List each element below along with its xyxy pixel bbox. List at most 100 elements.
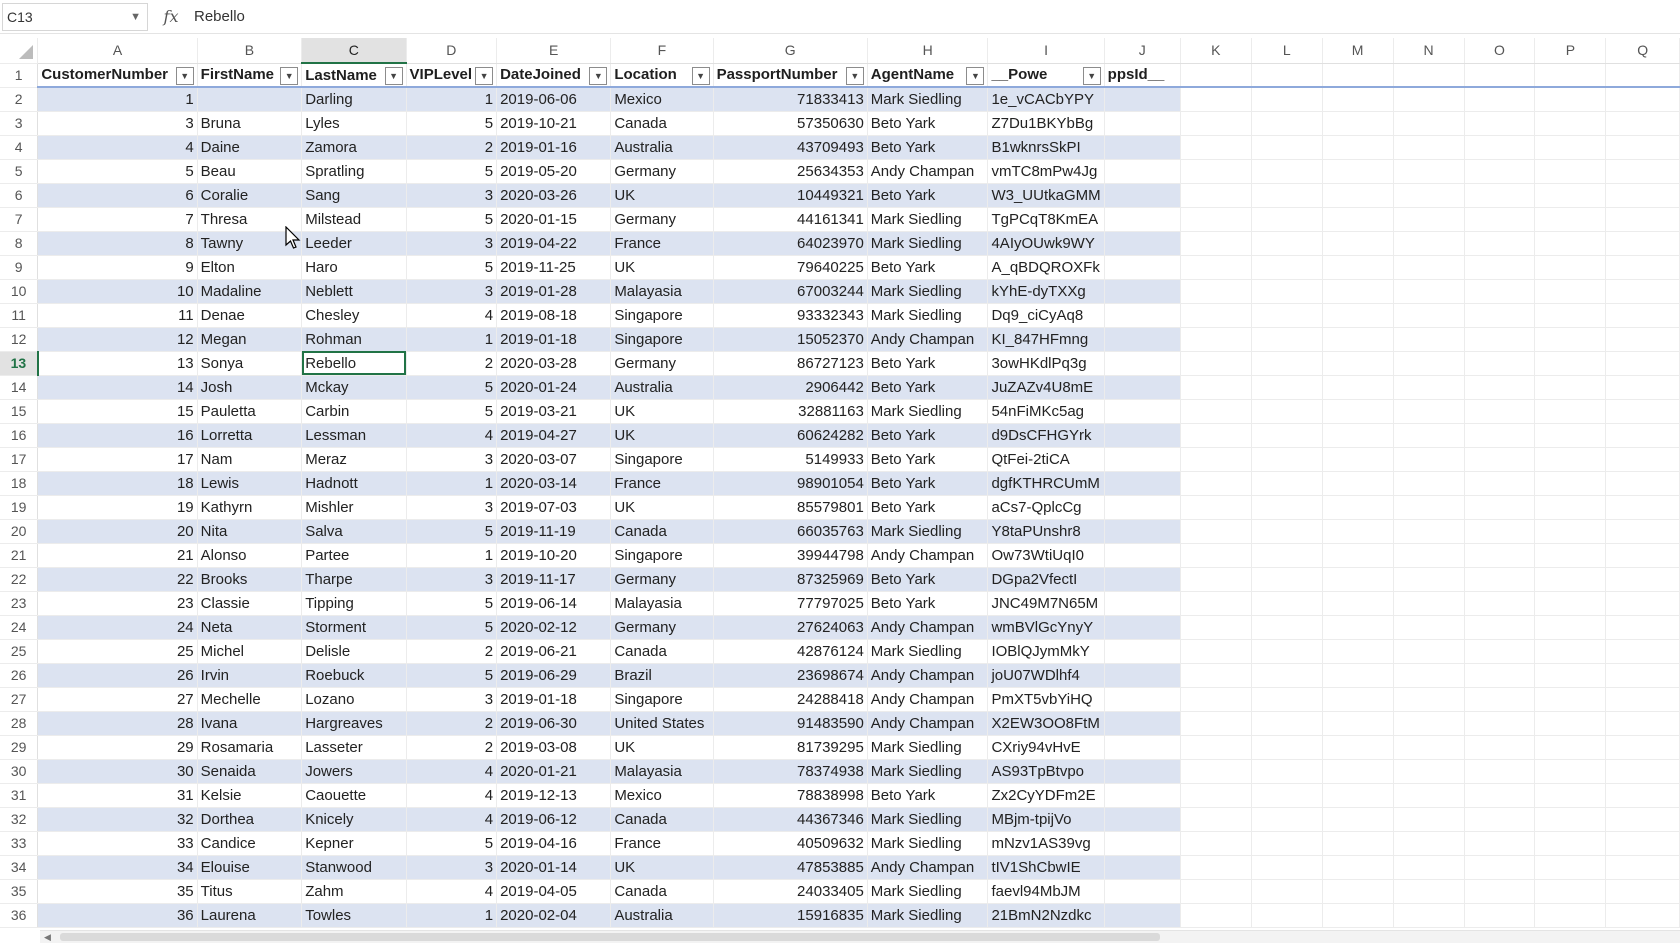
table-cell[interactable]: Lozano: [301, 687, 407, 712]
table-cell[interactable]: Andy Champan: [867, 543, 989, 568]
column-header-k[interactable]: K: [1180, 38, 1252, 64]
table-cell[interactable]: Andy Champan: [867, 711, 989, 736]
grid-cell[interactable]: [1180, 639, 1252, 664]
table-cell[interactable]: Lasseter: [301, 735, 407, 760]
table-cell[interactable]: Germany: [610, 567, 714, 592]
grid-cell[interactable]: [1251, 183, 1323, 208]
grid-cell[interactable]: [1180, 783, 1252, 808]
grid-cell[interactable]: [1534, 351, 1607, 376]
grid-cell[interactable]: [1180, 687, 1252, 712]
table-cell[interactable]: Rohman: [301, 327, 407, 352]
table-cell[interactable]: MBjm-tpijVo: [987, 807, 1105, 832]
table-cell[interactable]: Beto Yark: [867, 591, 989, 616]
table-cell[interactable]: Lewis: [197, 471, 303, 496]
table-cell[interactable]: Beto Yark: [867, 351, 989, 376]
table-cell[interactable]: Irvin: [197, 663, 303, 688]
table-cell[interactable]: 5: [406, 255, 498, 280]
table-cell[interactable]: 33: [37, 831, 198, 856]
grid-cell[interactable]: [1534, 591, 1607, 616]
grid-cell[interactable]: [1393, 759, 1465, 784]
table-cell[interactable]: Canada: [610, 879, 714, 904]
table-cell[interactable]: Carbin: [301, 399, 407, 424]
grid-cell[interactable]: [1464, 183, 1536, 208]
table-cell[interactable]: 2: [406, 135, 498, 160]
table-cell[interactable]: Malayasia: [610, 591, 714, 616]
column-header-e[interactable]: E: [496, 38, 612, 64]
table-cell[interactable]: UK: [610, 855, 714, 880]
table-cell[interactable]: Rosamaria: [197, 735, 303, 760]
grid-cell[interactable]: [1393, 495, 1465, 520]
table-cell[interactable]: 5: [406, 111, 498, 136]
table-cell[interactable]: UK: [610, 399, 714, 424]
table-cell[interactable]: 85579801: [713, 495, 868, 520]
table-cell[interactable]: Mark Siedling: [867, 231, 989, 256]
grid-cell[interactable]: [1251, 567, 1323, 592]
grid-cell[interactable]: [1534, 855, 1607, 880]
column-header-o[interactable]: O: [1464, 38, 1536, 64]
grid-cell[interactable]: [1393, 255, 1465, 280]
grid-cell[interactable]: [1393, 87, 1465, 112]
table-cell[interactable]: 2020-03-28: [496, 351, 612, 376]
table-cell[interactable]: 3: [406, 567, 498, 592]
table-cell[interactable]: 42876124: [713, 639, 868, 664]
table-cell[interactable]: 5: [406, 831, 498, 856]
grid-cell[interactable]: [1534, 159, 1607, 184]
table-cell[interactable]: Salva: [301, 519, 407, 544]
table-cell[interactable]: Michel: [197, 639, 303, 664]
table-cell[interactable]: 19: [37, 495, 198, 520]
table-cell[interactable]: 30: [37, 759, 198, 784]
table-cell[interactable]: 2020-01-15: [496, 207, 612, 232]
grid-cell[interactable]: [1393, 639, 1465, 664]
grid-cell[interactable]: [1251, 807, 1323, 832]
table-cell[interactable]: 1: [406, 543, 498, 568]
grid-cell[interactable]: [1322, 663, 1394, 688]
row-header[interactable]: 27: [0, 687, 39, 712]
table-cell[interactable]: 2020-02-12: [496, 615, 612, 640]
table-cell[interactable]: Caouette: [301, 783, 407, 808]
grid-cell[interactable]: [1393, 447, 1465, 472]
grid-cell[interactable]: [1322, 735, 1394, 760]
grid-cell[interactable]: [1251, 135, 1323, 160]
grid-cell[interactable]: [1322, 375, 1394, 400]
table-cell[interactable]: 5: [406, 375, 498, 400]
table-header-cell[interactable]: __Powe ▼: [987, 63, 1105, 88]
table-cell[interactable]: 24288418: [713, 687, 868, 712]
table-cell[interactable]: [1104, 279, 1181, 304]
formula-input[interactable]: Rebello: [186, 3, 1680, 31]
table-cell[interactable]: W3_UUtkaGMM: [987, 183, 1105, 208]
table-cell[interactable]: [1104, 639, 1181, 664]
table-cell[interactable]: Beto Yark: [867, 471, 989, 496]
grid-cell[interactable]: [1393, 159, 1465, 184]
grid-cell[interactable]: [1322, 687, 1394, 712]
grid-cell[interactable]: [1251, 63, 1323, 88]
table-cell[interactable]: United States: [610, 711, 714, 736]
table-header-cell[interactable]: PassportNumber ▼: [713, 63, 868, 88]
table-cell[interactable]: 71833413: [713, 87, 868, 112]
row-header[interactable]: 20: [0, 519, 39, 544]
table-cell[interactable]: [1104, 759, 1181, 784]
table-cell[interactable]: 3: [406, 231, 498, 256]
grid-cell[interactable]: [1393, 63, 1465, 88]
table-cell[interactable]: 5: [37, 159, 198, 184]
grid-cell[interactable]: [1605, 351, 1680, 376]
table-cell[interactable]: [1104, 783, 1181, 808]
table-cell[interactable]: [1104, 159, 1181, 184]
table-cell[interactable]: 3: [406, 183, 498, 208]
table-cell[interactable]: Andy Champan: [867, 159, 989, 184]
table-cell[interactable]: 32881163: [713, 399, 868, 424]
table-cell[interactable]: joU07WDlhf4: [987, 663, 1105, 688]
table-cell[interactable]: 3: [37, 111, 198, 136]
row-header[interactable]: 1: [0, 63, 39, 88]
grid-cell[interactable]: [1322, 879, 1394, 904]
table-cell[interactable]: Brooks: [197, 567, 303, 592]
table-cell[interactable]: 2019-12-13: [496, 783, 612, 808]
grid-cell[interactable]: [1534, 231, 1607, 256]
grid-cell[interactable]: [1322, 63, 1394, 88]
grid-cell[interactable]: [1180, 351, 1252, 376]
table-cell[interactable]: Chesley: [301, 303, 407, 328]
table-cell[interactable]: 22: [37, 567, 198, 592]
table-cell[interactable]: Mechelle: [197, 687, 303, 712]
grid-cell[interactable]: [1393, 423, 1465, 448]
table-cell[interactable]: 14: [37, 375, 198, 400]
grid-cell[interactable]: [1180, 231, 1252, 256]
